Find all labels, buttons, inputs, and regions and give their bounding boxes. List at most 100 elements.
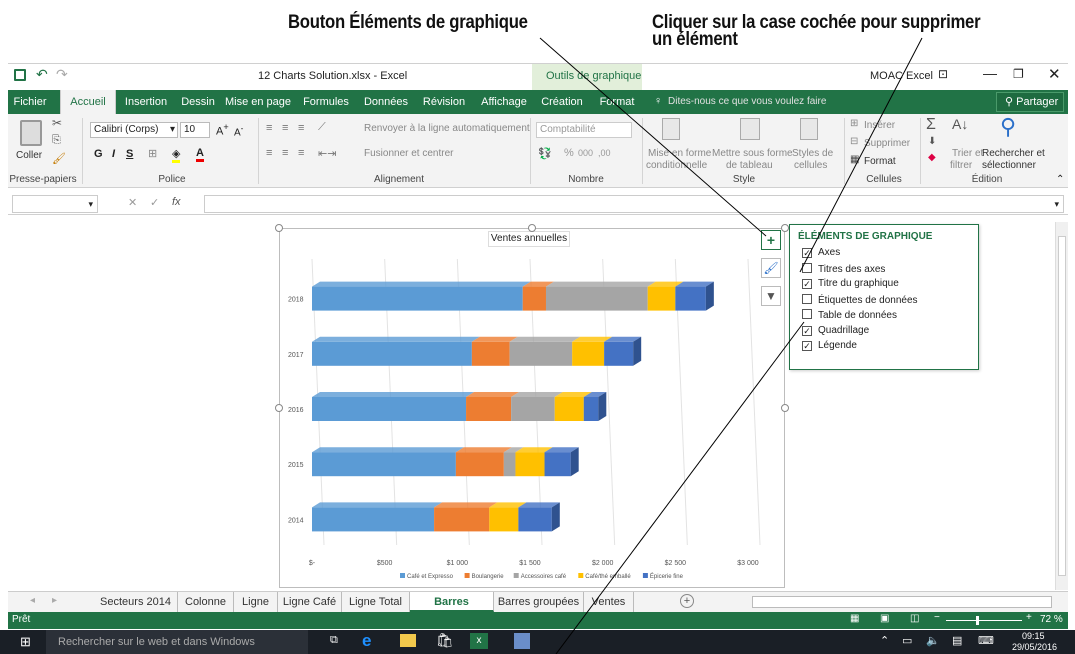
- resize-handle[interactable]: [528, 224, 536, 232]
- wrap-text-button[interactable]: Renvoyer à la ligne automatiquement: [364, 123, 530, 134]
- zoom-level[interactable]: 72 %: [1040, 614, 1063, 625]
- sort-filter-label-1[interactable]: Trier et: [952, 148, 983, 159]
- find-select-label-2[interactable]: sélectionner: [982, 160, 1036, 171]
- copy-icon[interactable]: ⎘: [52, 134, 61, 147]
- checkbox-checked-icon[interactable]: ✓: [802, 325, 812, 336]
- insert-cells-button[interactable]: Insérer: [864, 120, 895, 131]
- borders-icon[interactable]: ⊞: [148, 147, 157, 160]
- format-painter-icon[interactable]: 🖌: [52, 152, 66, 165]
- zoom-in-icon[interactable]: +: [1026, 612, 1032, 623]
- autosum-icon[interactable]: Σ: [926, 116, 936, 134]
- resize-handle[interactable]: [275, 404, 283, 412]
- redo-icon[interactable]: ↷: [56, 66, 68, 83]
- scroll-right-icon[interactable]: ▸: [52, 595, 57, 606]
- normal-view-icon[interactable]: ▦: [850, 613, 859, 624]
- chart-element-option[interactable]: Étiquettes de données: [802, 293, 918, 308]
- bold-icon[interactable]: G: [94, 148, 103, 160]
- enter-icon[interactable]: ✓: [150, 196, 159, 209]
- font-size-box[interactable]: 10: [180, 122, 210, 138]
- checkbox-checked-icon[interactable]: ✓: [802, 279, 812, 289]
- tab-page-layout[interactable]: Mise en page: [224, 90, 292, 114]
- thousands-icon[interactable]: 000: [578, 148, 593, 158]
- align-left-icon[interactable]: ≡: [266, 147, 272, 159]
- horizontal-scrollbar[interactable]: [752, 596, 1052, 608]
- grow-font-icon[interactable]: A+: [216, 122, 229, 138]
- notification-icon[interactable]: ▤: [952, 634, 962, 647]
- sheet-tab[interactable]: Barres empilées: [410, 592, 494, 628]
- file-explorer-icon[interactable]: [400, 634, 416, 647]
- sheet-tab[interactable]: Secteurs 2014: [94, 592, 178, 612]
- number-format-box[interactable]: Comptabilité: [536, 122, 632, 138]
- page-layout-view-icon[interactable]: ▣: [880, 613, 889, 624]
- align-bottom-icon[interactable]: ≡: [298, 122, 304, 134]
- tab-view[interactable]: Affichage: [474, 90, 534, 114]
- edge-icon[interactable]: e: [362, 631, 371, 651]
- chart-styles-button[interactable]: 🖌: [761, 258, 781, 278]
- checkbox-unchecked-icon[interactable]: [802, 293, 812, 304]
- format-table-icon[interactable]: [740, 118, 760, 140]
- minimize-icon[interactable]: —: [983, 65, 997, 81]
- align-middle-icon[interactable]: ≡: [282, 122, 288, 134]
- scroll-left-icon[interactable]: ◂: [30, 595, 35, 606]
- clock-date[interactable]: 29/05/2016: [1012, 642, 1057, 652]
- shrink-font-icon[interactable]: A-: [234, 123, 243, 138]
- tab-chart-design[interactable]: Création: [536, 90, 588, 114]
- chart-element-option[interactable]: Titres des axes: [802, 262, 885, 277]
- checkbox-checked-icon[interactable]: ✓: [802, 341, 812, 351]
- underline-icon[interactable]: S: [126, 148, 133, 160]
- font-name-box[interactable]: Calibri (Corps) ▾: [90, 122, 178, 138]
- ribbon-display-icon[interactable]: ⊡: [938, 67, 948, 81]
- conditional-format-label-2[interactable]: conditionnelle: [646, 160, 707, 171]
- zoom-slider[interactable]: [946, 616, 1022, 625]
- name-box[interactable]: ▾: [12, 195, 98, 213]
- tab-chart-format[interactable]: Format: [592, 90, 642, 114]
- chart-element-option[interactable]: ✓ Titre du graphique: [802, 278, 899, 292]
- tell-me-box[interactable]: Dites-nous ce que vous voulez faire: [668, 96, 826, 107]
- merge-center-button[interactable]: Fusionner et centrer: [364, 148, 454, 159]
- vertical-scrollbar[interactable]: [1055, 222, 1068, 590]
- sort-filter-icon[interactable]: A↓: [952, 116, 968, 132]
- chart-element-option[interactable]: ✓ Axes: [802, 247, 840, 261]
- new-sheet-icon[interactable]: +: [680, 594, 694, 608]
- align-top-icon[interactable]: ≡: [266, 122, 272, 134]
- chart-area[interactable]: Ventes annuelles $- $500 $1 000 $1 500 $2 00…: [279, 228, 785, 588]
- align-right-icon[interactable]: ≡: [298, 147, 304, 159]
- resize-handle[interactable]: [781, 224, 789, 232]
- page-break-view-icon[interactable]: ◫: [910, 613, 919, 624]
- sort-filter-label-2[interactable]: filtrer: [950, 160, 972, 171]
- restore-icon[interactable]: ❐: [1013, 67, 1024, 81]
- delete-cells-button[interactable]: Supprimer: [864, 138, 910, 149]
- tab-formulas[interactable]: Formules: [296, 90, 356, 114]
- italic-icon[interactable]: I: [112, 148, 115, 160]
- cell-styles-label-2[interactable]: cellules: [794, 160, 827, 171]
- paste-button[interactable]: Coller: [16, 150, 42, 161]
- format-cells-button[interactable]: Format: [864, 156, 896, 167]
- function-icon[interactable]: fx: [172, 196, 181, 208]
- find-select-icon[interactable]: ⚲: [1000, 114, 1016, 140]
- resize-handle[interactable]: [275, 224, 283, 232]
- checkbox-unchecked-icon[interactable]: [802, 262, 812, 273]
- cell-styles-icon[interactable]: [800, 118, 818, 140]
- user-name[interactable]: MOAC Excel: [870, 70, 933, 82]
- tab-review[interactable]: Révision: [416, 90, 472, 114]
- app-taskbar-icon[interactable]: [514, 633, 530, 649]
- tab-file[interactable]: Fichier: [8, 90, 52, 114]
- sheet-tab[interactable]: Ligne: [234, 592, 278, 612]
- excel-taskbar-icon[interactable]: x: [470, 633, 488, 649]
- fill-color-icon[interactable]: ◈: [172, 147, 181, 163]
- sheet-tab[interactable]: Ventes: [584, 592, 634, 612]
- checkbox-unchecked-icon[interactable]: [802, 309, 812, 319]
- network-icon[interactable]: ▭: [902, 634, 912, 647]
- chart-elements-button[interactable]: +: [761, 230, 781, 250]
- tab-insert[interactable]: Insertion: [118, 90, 174, 114]
- chart-element-option[interactable]: ✓ Légende: [802, 340, 857, 354]
- resize-handle[interactable]: [781, 404, 789, 412]
- sheet-tab[interactable]: Ligne Café: [278, 592, 342, 612]
- task-view-icon[interactable]: ⧉: [330, 634, 338, 647]
- cell-styles-label-1[interactable]: Styles de: [792, 148, 833, 159]
- font-color-icon[interactable]: A: [196, 147, 204, 162]
- orientation-icon[interactable]: ⟋: [318, 121, 326, 134]
- sheet-tab[interactable]: Colonne: [178, 592, 234, 612]
- increase-decimal-icon[interactable]: ,00: [598, 148, 611, 158]
- fill-icon[interactable]: ⬇: [928, 136, 936, 147]
